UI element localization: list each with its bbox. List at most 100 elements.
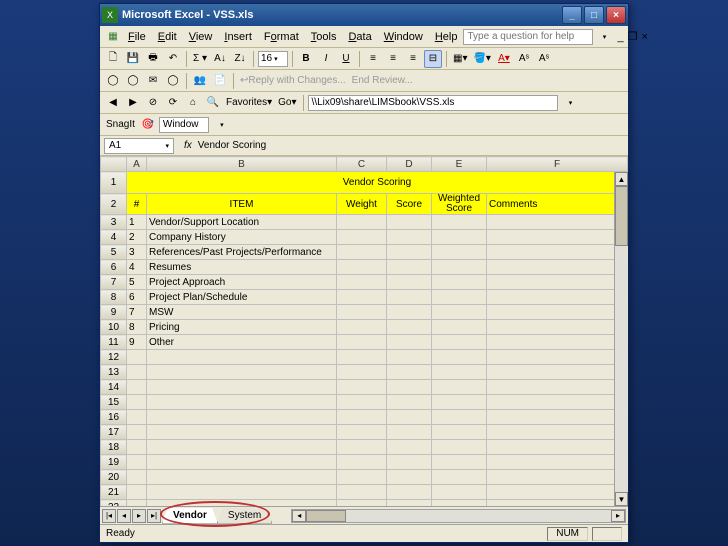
menu-window[interactable]: Window [378, 29, 429, 45]
cell[interactable] [487, 470, 628, 485]
cell[interactable] [387, 365, 432, 380]
cell[interactable] [147, 365, 337, 380]
workbook-icon[interactable]: ▦ [104, 28, 122, 46]
cell[interactable] [337, 425, 387, 440]
snagit-dropdown-icon[interactable]: ▾ [213, 116, 231, 134]
cell[interactable] [432, 230, 487, 245]
cell[interactable] [337, 245, 387, 260]
cell[interactable]: Resumes [147, 260, 337, 275]
snagit-mode-select[interactable]: Window [159, 117, 209, 133]
cell[interactable] [337, 470, 387, 485]
cell[interactable] [147, 470, 337, 485]
cell[interactable] [432, 485, 487, 500]
tool-icon[interactable]: 👥 [191, 72, 209, 90]
fx-icon[interactable]: fx [184, 140, 192, 151]
cell[interactable] [147, 380, 337, 395]
cell[interactable] [387, 350, 432, 365]
cell[interactable] [337, 320, 387, 335]
cell[interactable] [487, 215, 628, 230]
row-header[interactable]: 11 [101, 335, 127, 350]
italic-button[interactable]: I [317, 50, 335, 68]
cell[interactable] [387, 410, 432, 425]
cell[interactable] [127, 350, 147, 365]
cell[interactable] [387, 380, 432, 395]
menu-file[interactable]: File [122, 29, 152, 45]
cell[interactable]: Pricing [147, 320, 337, 335]
cell[interactable] [337, 455, 387, 470]
cell[interactable] [387, 215, 432, 230]
select-all-corner[interactable] [101, 157, 127, 172]
col-header[interactable]: C [337, 157, 387, 172]
cell[interactable] [432, 215, 487, 230]
cell[interactable] [337, 365, 387, 380]
menu-tools[interactable]: Tools [305, 29, 343, 45]
cell[interactable] [487, 395, 628, 410]
cell[interactable] [337, 410, 387, 425]
borders-icon[interactable]: ▦▾ [451, 50, 469, 68]
cell[interactable] [127, 440, 147, 455]
cell[interactable]: Project Plan/Schedule [147, 290, 337, 305]
tab-nav-prev-icon[interactable]: ◂ [117, 509, 131, 523]
cell[interactable] [127, 425, 147, 440]
sheet-tab-vendor[interactable]: Vendor [162, 508, 218, 524]
cell[interactable] [147, 425, 337, 440]
cell[interactable] [387, 275, 432, 290]
cell[interactable] [487, 320, 628, 335]
cell[interactable] [127, 380, 147, 395]
header-wscore[interactable]: Weighted Score [432, 194, 487, 215]
scroll-thumb[interactable] [615, 186, 628, 246]
row-header[interactable]: 2 [101, 194, 127, 215]
header-weight[interactable]: Weight [337, 194, 387, 215]
cell[interactable] [337, 350, 387, 365]
cell[interactable] [487, 230, 628, 245]
cell[interactable] [337, 440, 387, 455]
cell[interactable] [487, 485, 628, 500]
cell[interactable] [337, 380, 387, 395]
title-cell[interactable]: Vendor Scoring [127, 172, 628, 194]
cell[interactable] [127, 410, 147, 425]
merge-center-icon[interactable]: ⊟ [424, 50, 442, 68]
decrease-font-icon[interactable]: Aˢ [535, 50, 553, 68]
tab-nav-last-icon[interactable]: ▸| [147, 509, 161, 523]
autosum-icon[interactable]: Σ ▾ [191, 50, 209, 68]
address-input[interactable]: \\Lix09\share\LIMSbook\VSS.xls [308, 95, 558, 111]
cell[interactable] [487, 455, 628, 470]
cell[interactable] [337, 395, 387, 410]
cell[interactable] [432, 425, 487, 440]
doc-restore-button[interactable]: ❐ [628, 30, 638, 43]
cell[interactable] [487, 410, 628, 425]
cell[interactable] [387, 425, 432, 440]
tool-icon[interactable]: ◯ [124, 72, 142, 90]
sort-asc-icon[interactable]: A↓ [211, 50, 229, 68]
forward-icon[interactable]: ▶ [124, 94, 142, 112]
cell[interactable] [487, 440, 628, 455]
tool-icon[interactable]: ◯ [104, 72, 122, 90]
cell[interactable] [127, 365, 147, 380]
cell[interactable] [432, 320, 487, 335]
undo-icon[interactable]: ↶ [164, 50, 182, 68]
scroll-thumb[interactable] [306, 510, 346, 522]
cell[interactable]: 6 [127, 290, 147, 305]
cell[interactable] [127, 470, 147, 485]
cell[interactable] [337, 335, 387, 350]
menu-data[interactable]: Data [342, 29, 377, 45]
cell[interactable] [147, 485, 337, 500]
row-header[interactable]: 16 [101, 410, 127, 425]
cell[interactable] [487, 245, 628, 260]
maximize-button[interactable]: □ [584, 6, 604, 24]
row-header[interactable]: 1 [101, 172, 127, 194]
cell[interactable] [147, 395, 337, 410]
tab-nav-next-icon[interactable]: ▸ [132, 509, 146, 523]
cell[interactable] [487, 290, 628, 305]
scroll-up-icon[interactable]: ▲ [615, 172, 628, 186]
cell[interactable] [432, 290, 487, 305]
stop-icon[interactable]: ⊘ [144, 94, 162, 112]
cell[interactable] [432, 335, 487, 350]
cell[interactable] [127, 395, 147, 410]
cell[interactable] [337, 260, 387, 275]
cell[interactable] [337, 305, 387, 320]
cell[interactable] [127, 455, 147, 470]
go-button[interactable]: Go▾ [276, 94, 298, 112]
row-header[interactable]: 7 [101, 275, 127, 290]
cell[interactable] [387, 485, 432, 500]
